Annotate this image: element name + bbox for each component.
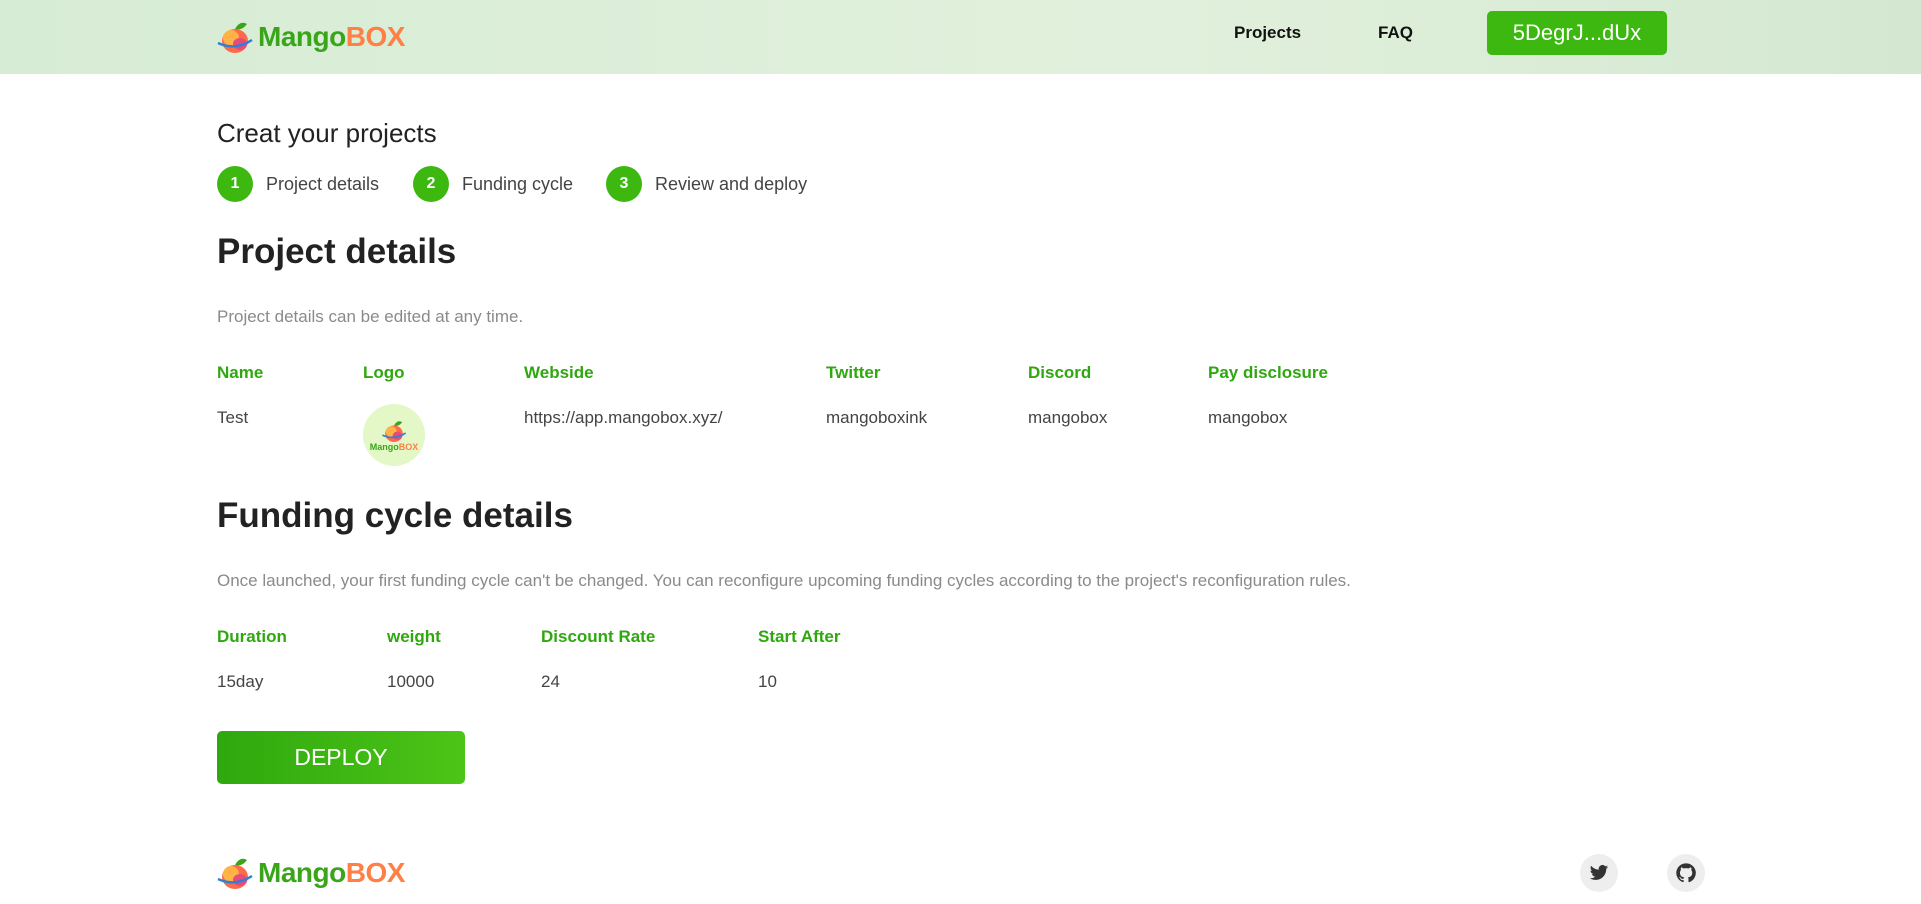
step-label: Project details xyxy=(266,173,380,194)
step-number: 1 xyxy=(217,166,253,202)
top-header: MangoBOX Projects FAQ 5DegrJ...dUx xyxy=(0,0,1921,74)
step-label: Review and deploy xyxy=(655,173,808,194)
value-duration: 15day xyxy=(217,672,264,691)
step-project-details[interactable]: 1 Project details xyxy=(217,166,379,202)
wallet-button[interactable]: 5DegrJ...dUx xyxy=(1487,11,1667,55)
logo-thumb-text: MangoBOX xyxy=(369,442,419,452)
col-twitter: Twitter xyxy=(826,363,881,382)
mango-logo-icon xyxy=(382,421,407,442)
col-website: Webside xyxy=(524,363,594,382)
project-details-description: Project details can be edited at any tim… xyxy=(217,307,524,326)
deploy-button[interactable]: DEPLOY xyxy=(217,731,465,784)
brand-name: MangoBOX xyxy=(258,21,405,52)
step-funding-cycle[interactable]: 2 Funding cycle xyxy=(413,166,573,202)
funding-cycle-heading: Funding cycle details xyxy=(217,496,573,535)
page-title: Creat your projects xyxy=(217,118,437,148)
value-pay-disclosure: mangobox xyxy=(1208,408,1288,427)
value-start-after: 10 xyxy=(758,672,777,691)
twitter-icon xyxy=(1589,865,1609,880)
value-discount-rate: 24 xyxy=(541,672,560,691)
step-label: Funding cycle xyxy=(462,173,574,194)
mango-logo-icon xyxy=(217,858,253,889)
col-discord: Discord xyxy=(1028,363,1092,382)
project-logo-image: MangoBOX xyxy=(363,404,425,466)
value-weight: 10000 xyxy=(387,672,435,691)
nav-projects[interactable]: Projects xyxy=(1234,23,1301,43)
project-details-heading: Project details xyxy=(217,232,457,271)
mango-logo-icon xyxy=(217,22,253,53)
twitter-link[interactable] xyxy=(1580,854,1618,892)
header-logo[interactable]: MangoBOX xyxy=(216,18,405,56)
nav-faq[interactable]: FAQ xyxy=(1378,23,1413,43)
col-logo: Logo xyxy=(363,363,405,382)
step-number: 3 xyxy=(606,166,642,202)
value-discord: mangobox xyxy=(1028,408,1108,427)
step-number: 2 xyxy=(413,166,449,202)
github-link[interactable] xyxy=(1667,854,1705,892)
col-duration: Duration xyxy=(217,627,287,646)
col-name: Name xyxy=(217,363,264,382)
brand-name: MangoBOX xyxy=(258,857,405,888)
value-name: Test xyxy=(217,408,249,427)
col-weight: weight xyxy=(387,627,441,646)
col-pay-disclosure: Pay disclosure xyxy=(1208,363,1329,382)
col-discount-rate: Discount Rate xyxy=(541,627,656,646)
value-website: https://app.mangobox.xyz/ xyxy=(524,408,723,427)
col-start-after: Start After xyxy=(758,627,841,646)
github-icon xyxy=(1676,863,1696,883)
funding-cycle-description: Once launched, your first funding cycle … xyxy=(217,571,1351,590)
value-twitter: mangoboxink xyxy=(826,408,928,427)
step-review-deploy[interactable]: 3 Review and deploy xyxy=(606,166,807,202)
footer-logo[interactable]: MangoBOX xyxy=(216,854,405,892)
